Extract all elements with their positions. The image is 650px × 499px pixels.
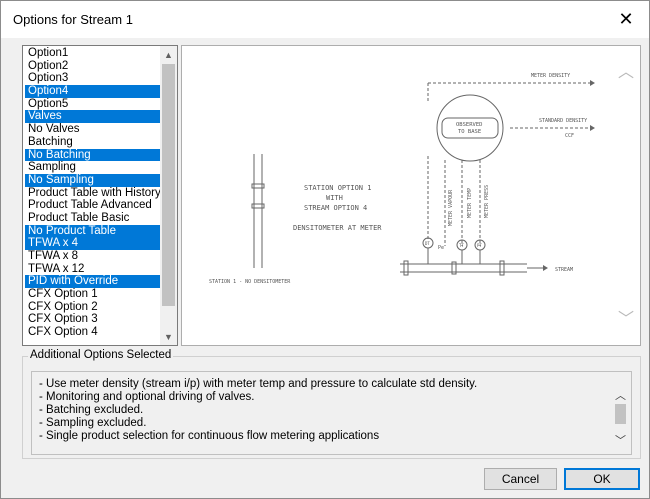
observed-label: OBSERVED [456,122,483,128]
close-icon: ✕ [618,9,634,29]
stream-label: STREAM [555,267,573,273]
cancel-button[interactable]: Cancel [484,468,557,490]
list-item[interactable]: No Valves [25,123,161,136]
diagram-scroll-up-icon[interactable]: ︿ [618,62,634,81]
scroll-down-icon[interactable]: ▼ [160,328,177,345]
list-item[interactable]: CFX Option 3 [25,313,161,326]
additional-option-line: - Use meter density (stream i/p) with me… [39,378,478,390]
standard-density-arrow [590,125,595,131]
options-dialog: Options for Stream 1 ✕ Option1 Option2 Opt… [0,0,650,499]
additional-options-label: Additional Options Selected [28,349,174,361]
memo-scroll-up-icon[interactable]: ︿ [612,386,629,403]
options-list: Option1 Option2 Option3 Option4 Option5 Valve… [25,47,161,339]
station-line1: STATION OPTION 1 [304,184,371,192]
list-item[interactable]: Product Table Advanced [25,199,161,212]
pt-label: PT [477,243,482,248]
diagram-scroll-down-icon[interactable]: ﹀ [618,309,634,328]
options-listbox[interactable]: Option1 Option2 Option3 Option4 Option5 Valve… [22,45,178,346]
station-line3: STREAM OPTION 4 [304,204,367,212]
standard-density-label: STANDARD DENSITY [539,118,587,124]
pipe-flange-right [499,260,505,276]
pipe-flange-left [403,260,409,276]
list-item[interactable]: PID with Override [25,275,161,289]
stream-arrow [543,265,548,271]
list-item[interactable]: CFX Option 1 [25,288,161,301]
additional-options-text[interactable]: - Use meter density (stream i/p) with me… [31,371,632,455]
ok-button[interactable]: OK [564,468,640,490]
memo-scroll-thumb[interactable] [615,404,626,424]
additional-option-line: - Batching excluded. [39,404,144,416]
list-item[interactable]: Batching [25,136,161,149]
memo-scroll-down-icon[interactable]: ﹀ [612,431,629,448]
additional-option-line: - Single product selection for continuou… [39,430,380,442]
list-item[interactable]: Product Table Basic [25,212,161,225]
list-item[interactable]: CFX Option 2 [25,301,161,314]
dt-label: DT [425,241,430,246]
list-item[interactable]: CFX Option 4 [25,326,161,339]
list-item[interactable]: Product Table with History [25,187,161,200]
station-note-label: STATION 1 - NO DENSITOMETER [209,279,291,285]
additional-options-lines: - Use meter density (stream i/p) with me… [39,378,609,443]
station-line2: WITH [326,194,343,202]
additional-option-line: - Monitoring and optional driving of val… [39,391,255,403]
meter-vapour-label: METER VAPOUR [448,189,454,226]
meter-density-label: METER DENSITY [531,73,570,79]
title-bar: Options for Stream 1 ✕ [1,1,649,38]
list-item[interactable]: Option5 [25,98,161,111]
list-item[interactable]: Sampling [25,161,161,174]
list-item[interactable]: Option3 [25,72,161,85]
flow-computer-circle [436,94,504,162]
list-item[interactable]: Valves [25,110,161,124]
list-item[interactable]: No Batching [25,148,161,162]
scroll-thumb[interactable] [162,64,175,306]
observed-box [441,117,499,139]
additional-options-group: Additional Options Selected - Use meter … [22,349,641,459]
meter-press-label: METER PRESS [484,185,490,218]
meter-temp-label: METER TEMP [467,188,473,218]
list-item[interactable]: No Product Table [25,224,161,238]
additional-option-line: - Sampling excluded. [39,417,147,429]
stream-diagram-panel: METER DENSITY STANDARD DENSITY CCF OBSER… [181,45,641,346]
list-item[interactable]: TFWA x 4 [25,237,161,250]
additional-options-scrollbar[interactable]: ︿ ﹀ [612,374,629,452]
close-button[interactable]: ✕ [603,1,649,38]
to-base-label: TO BASE [458,129,481,135]
scroll-up-icon[interactable]: ▲ [160,46,177,63]
list-item[interactable]: TFWA x 8 [25,250,161,263]
densitometer-label: DENSITOMETER AT METER [293,224,382,232]
list-item[interactable]: Option4 [25,85,161,98]
stream-diagram: METER DENSITY STANDARD DENSITY CCF OBSER… [209,73,595,285]
list-item[interactable]: TFWA x 12 [25,263,161,276]
list-item[interactable]: No Sampling [25,173,161,187]
tt-label: TT [459,243,464,248]
meter-density-arrow [590,80,595,86]
list-item[interactable]: Option1 [25,47,161,60]
ccf-label: CCF [565,133,574,139]
list-item[interactable]: Option2 [25,60,161,73]
options-scrollbar[interactable]: ▲ ▼ [160,46,177,345]
window-title: Options for Stream 1 [13,12,133,27]
pe-label: Pe [438,245,444,251]
